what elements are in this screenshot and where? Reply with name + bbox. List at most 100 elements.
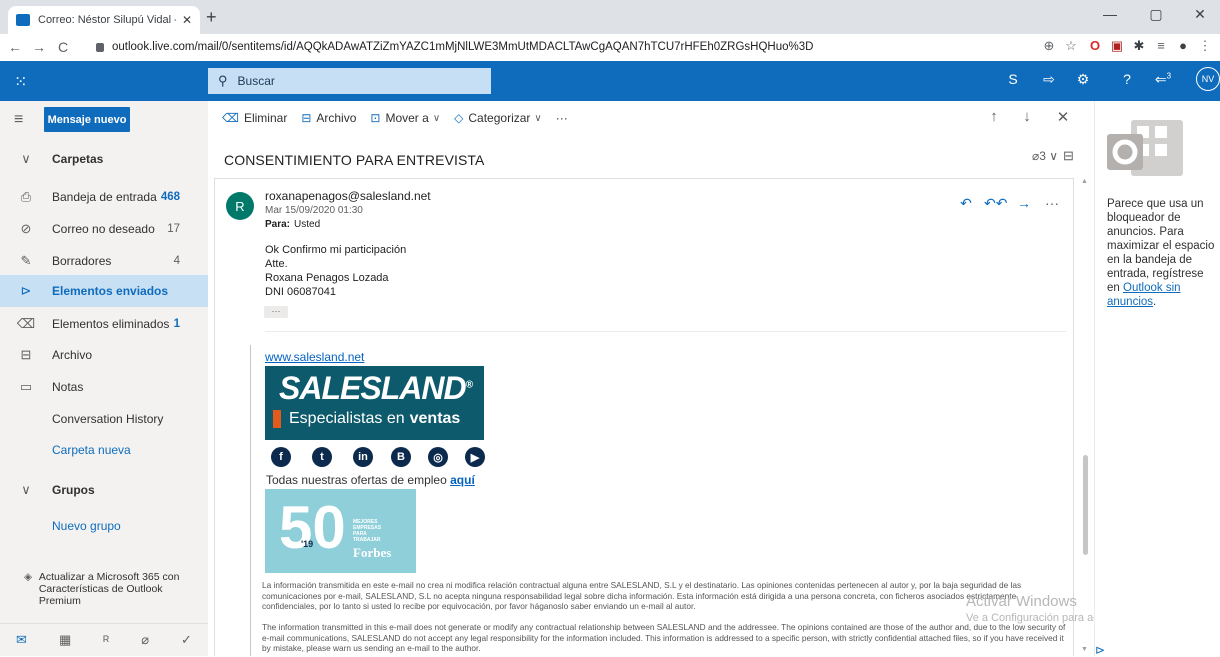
profile-icon[interactable]: ● [1174, 38, 1192, 53]
thread-count[interactable]: ⌀3 ∨ [1032, 149, 1058, 163]
previous-message-icon[interactable]: ↑ [983, 108, 1005, 125]
sidebar-item-deleted[interactable]: ⌫ Elementos eliminados 1 [0, 308, 208, 340]
sidebar-item-junk[interactable]: ⊘ Correo no deseado 17 [0, 213, 208, 245]
delete-button[interactable]: ⌫ Eliminar [222, 111, 287, 125]
new-tab-button[interactable]: + [206, 7, 217, 28]
settings-gear-icon[interactable]: ⚙ [1072, 71, 1094, 88]
zoom-icon[interactable]: ⊕ [1040, 38, 1058, 54]
search-input[interactable]: ⚲ Buscar [208, 68, 491, 94]
archive-button[interactable]: ⊟ Archivo [301, 111, 356, 125]
recipients: Para: Usted [265, 219, 321, 230]
archive-box-icon: ⊟ [301, 111, 312, 125]
website-link[interactable]: www.salesland.net [265, 350, 364, 364]
reload-icon[interactable]: C [54, 39, 72, 55]
junk-count: 17 [167, 223, 180, 235]
close-window-icon[interactable]: ✕ [1180, 6, 1220, 23]
linkedin-icon[interactable]: in [353, 447, 373, 467]
bookmark-star-icon[interactable]: ☆ [1062, 38, 1080, 54]
chevron-down-icon: ∨ [432, 112, 441, 124]
attachment-icon[interactable]: ⌀ [141, 632, 149, 648]
job-offers-link[interactable]: aquí [450, 473, 475, 487]
calendar-icon[interactable]: ▦ [59, 632, 71, 648]
sidebar-item-new-folder[interactable]: Carpeta nueva [0, 434, 208, 466]
upgrade-premium-link[interactable]: ◈ Actualizar a Microsoft 365 con Caracte… [24, 571, 204, 607]
skype-icon[interactable]: S [1002, 71, 1024, 87]
maximize-icon[interactable]: ▢ [1136, 6, 1176, 23]
show-quoted-text-button[interactable]: ··· [264, 306, 288, 318]
avatar[interactable]: NV [1196, 67, 1220, 91]
forbes-badge: 50 '19 MEJORES EMPRESAS PARA TRABAJAR Fo… [265, 489, 416, 573]
close-reading-icon[interactable]: ✕ [1052, 108, 1074, 126]
sidebar-item-sent[interactable]: ⊳ Elementos enviados [0, 275, 208, 307]
forward-icon[interactable]: → [1014, 195, 1034, 211]
opera-extension-icon[interactable]: O [1086, 38, 1104, 53]
youtube-icon[interactable]: ▶ [465, 447, 485, 467]
instagram-icon[interactable]: ◎ [428, 447, 448, 467]
reply-icon[interactable]: ↶ [956, 195, 976, 212]
inbox-count: 468 [160, 191, 180, 203]
extensions-icon[interactable]: ✱ [1130, 38, 1148, 54]
twitter-icon[interactable]: t [312, 447, 332, 467]
whats-new-icon[interactable]: ⇐3 [1152, 71, 1174, 88]
module-switcher: ✉ ▦ ᴿ ⌀ ✓ [0, 623, 208, 656]
help-icon[interactable]: ? [1116, 71, 1138, 87]
divider [265, 331, 1066, 332]
sidebar-item-notes[interactable]: ▭ Notas [0, 371, 208, 403]
next-message-icon[interactable]: ↓ [1016, 108, 1038, 125]
todo-check-icon[interactable]: ✓ [181, 632, 192, 648]
my-day-icon[interactable]: ⇨ [1038, 71, 1060, 88]
diamond-icon: ◈ [24, 571, 33, 583]
url-field[interactable]: outlook.live.com/mail/0/sentitems/id/AQQ… [96, 36, 1031, 58]
salesland-logo[interactable]: SALESLAND® Especialistas en ventas [265, 366, 484, 440]
disclaimer-spanish: La información transmitida en este e-mai… [262, 580, 1022, 611]
back-icon[interactable]: ← [6, 39, 24, 55]
move-to-button[interactable]: ⊡ Mover a ∨ [370, 111, 440, 125]
ad-choices-icon[interactable]: ⊳ [1095, 643, 1105, 657]
scrollbar-thumb[interactable] [1083, 455, 1088, 555]
scroll-down-icon[interactable]: ▼ [1081, 646, 1088, 653]
app-launcher-icon[interactable]: ⁙ [14, 72, 27, 92]
reply-all-icon[interactable]: ↶↶ [984, 195, 1007, 212]
pdf-extension-icon[interactable]: ▣ [1108, 38, 1126, 54]
move-folder-icon: ⊡ [370, 111, 381, 125]
mail-icon[interactable]: ✉ [16, 632, 27, 648]
conversation-view-icon[interactable]: ⊟ [1063, 148, 1074, 164]
more-message-actions-icon[interactable]: ··· [1042, 195, 1062, 211]
chevron-down-icon: ∨ [1045, 149, 1059, 163]
minimize-icon[interactable]: — [1090, 6, 1130, 22]
groups-header[interactable]: ∨ Grupos [0, 474, 208, 506]
folders-header[interactable]: ∨ Carpetas [0, 143, 208, 175]
drafts-count: 4 [173, 255, 180, 267]
facebook-icon[interactable]: f [271, 447, 291, 467]
drafts-icon: ✎ [20, 253, 32, 268]
new-message-button[interactable]: Mensaje nuevo [44, 107, 130, 132]
blog-icon[interactable]: B [391, 447, 411, 467]
lock-icon [96, 42, 104, 52]
message-date: Mar 15/09/2020 01:30 [265, 205, 363, 216]
sidebar-item-conversation-history[interactable]: Conversation History [0, 403, 208, 435]
forward-icon[interactable]: → [30, 39, 48, 55]
junk-icon: ⊘ [20, 221, 32, 236]
sidebar-item-inbox[interactable]: ⎙ Bandeja de entrada 468 [0, 181, 208, 213]
sender-avatar[interactable]: R [226, 192, 254, 220]
people-icon[interactable]: ᴿ [103, 633, 109, 648]
address-bar: ← → C outlook.live.com/mail/0/sentitems/… [0, 34, 1220, 60]
sidebar-item-new-group[interactable]: Nuevo grupo [0, 510, 208, 542]
tab-close-icon[interactable]: ✕ [182, 13, 192, 27]
sender-email[interactable]: roxanapenagos@salesland.net [265, 189, 431, 203]
sidebar-item-archive[interactable]: ⊟ Archivo [0, 339, 208, 371]
more-actions-button[interactable]: ··· [556, 111, 568, 125]
message-subject: CONSENTIMIENTO PARA ENTREVISTA [224, 152, 485, 168]
url-text: outlook.live.com/mail/0/sentitems/id/AQQ… [112, 41, 814, 53]
categorize-button[interactable]: ◇ Categorizar ∨ [454, 111, 542, 125]
browser-tab[interactable]: Correo: Néstor Silupú Vidal - Out ✕ [8, 6, 200, 34]
job-offers-text: Todas nuestras ofertas de empleo aquí [266, 473, 475, 487]
reading-list-icon[interactable]: ≡ [1152, 38, 1170, 53]
search-placeholder: Buscar [237, 74, 275, 88]
scroll-up-icon[interactable]: ▲ [1081, 178, 1088, 185]
chevron-down-icon: ∨ [534, 112, 542, 124]
hamburger-menu-icon[interactable]: ≡ [14, 111, 23, 129]
ad-blocker-message: Parece que usa un bloqueador de anuncios… [1107, 198, 1215, 308]
sidebar-item-drafts[interactable]: ✎ Borradores 4 [0, 245, 208, 277]
browser-menu-icon[interactable]: ⋮ [1196, 38, 1214, 54]
